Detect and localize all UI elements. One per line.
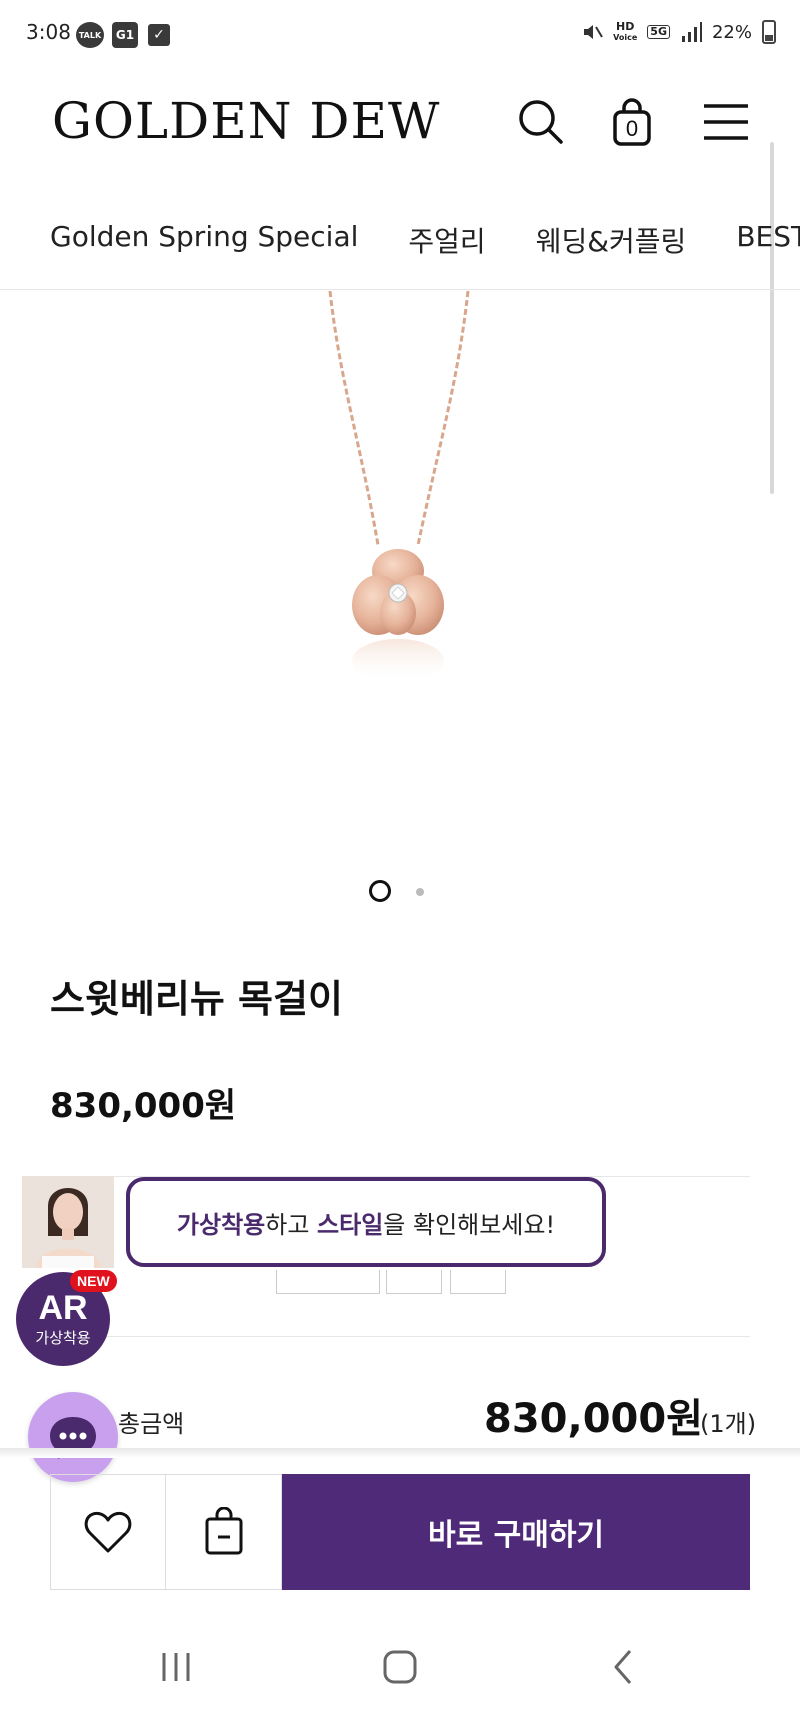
divider bbox=[50, 1336, 750, 1337]
recent-apps-icon[interactable] bbox=[146, 1642, 206, 1692]
ar-model-thumbnail[interactable] bbox=[22, 1176, 114, 1268]
status-time: 3:08 bbox=[26, 20, 71, 44]
gallery-dot-active[interactable] bbox=[369, 880, 391, 902]
ar-sublabel: 가상착용 bbox=[35, 1328, 91, 1347]
battery-icon bbox=[762, 20, 776, 44]
network-label: 5G bbox=[647, 25, 670, 39]
ar-tryon-bubble[interactable]: 가상착용하고 스타일을 확인해보세요! bbox=[126, 1177, 606, 1267]
mute-icon bbox=[584, 25, 603, 39]
ar-text-c: 스타일 bbox=[317, 1210, 384, 1239]
category-nav: Golden Spring Special 주얼리 웨딩&커플링 BEST bbox=[0, 200, 800, 290]
search-icon[interactable] bbox=[515, 96, 567, 148]
status-bar: 3:08 TALK G1 ✓ HD Voice 5G 22% bbox=[0, 0, 800, 72]
buy-now-button[interactable]: 바로 구매하기 bbox=[282, 1474, 750, 1590]
heart-icon bbox=[84, 1511, 132, 1553]
product-image[interactable] bbox=[0, 290, 800, 841]
category-tab-golden-spring[interactable]: Golden Spring Special bbox=[50, 220, 358, 260]
ar-text-b: 하고 bbox=[265, 1210, 318, 1239]
talk-icon: TALK bbox=[76, 22, 104, 48]
chat-button[interactable] bbox=[28, 1392, 118, 1482]
add-to-cart-button[interactable] bbox=[166, 1474, 282, 1590]
cart-bag-icon bbox=[205, 1507, 242, 1555]
back-icon[interactable] bbox=[594, 1642, 654, 1692]
option-box[interactable] bbox=[450, 1270, 506, 1294]
option-box[interactable] bbox=[276, 1270, 380, 1294]
signal-icon bbox=[681, 22, 702, 42]
check-icon: ✓ bbox=[148, 24, 170, 46]
gallery-dot[interactable] bbox=[416, 888, 424, 896]
product-title: 스윗베리뉴 목걸이 bbox=[50, 977, 343, 1021]
new-badge: NEW bbox=[70, 1270, 117, 1292]
cart-count: 0 bbox=[625, 116, 639, 141]
wishlist-button[interactable] bbox=[50, 1474, 166, 1590]
total-price: 830,000원 bbox=[484, 1396, 703, 1442]
ar-label: AR bbox=[38, 1288, 88, 1327]
home-icon[interactable] bbox=[370, 1642, 430, 1692]
category-tab-wedding[interactable]: 웨딩&커플링 bbox=[536, 220, 687, 260]
category-tab-jewelry[interactable]: 주얼리 bbox=[408, 220, 485, 260]
brand-logo[interactable]: GOLDEN DEW bbox=[52, 92, 440, 150]
option-box[interactable] bbox=[386, 1270, 442, 1294]
status-right: HD Voice 5G 22% bbox=[581, 20, 776, 44]
g1-icon: G1 bbox=[112, 22, 138, 48]
ar-text-a: 가상착용 bbox=[176, 1210, 266, 1239]
product-price: 830,000원 bbox=[50, 1086, 237, 1126]
battery-percent: 22% bbox=[711, 21, 752, 43]
shopping-bag-icon[interactable]: 0 bbox=[606, 96, 658, 148]
total-quantity: (1개) bbox=[700, 1410, 757, 1438]
ar-text-d: 을 확인해보세요! bbox=[383, 1210, 556, 1239]
category-tab-best[interactable]: BEST bbox=[736, 220, 800, 260]
gallery-pagination bbox=[0, 880, 800, 904]
hamburger-menu-icon[interactable] bbox=[700, 96, 752, 148]
bottom-bar-shadow bbox=[0, 1448, 800, 1458]
android-nav-bar bbox=[0, 1620, 800, 1716]
hd-voice-label: HD Voice bbox=[613, 19, 638, 42]
total-label: 총금액 bbox=[118, 1410, 185, 1438]
bottom-action-bar: 바로 구매하기 bbox=[50, 1474, 750, 1590]
